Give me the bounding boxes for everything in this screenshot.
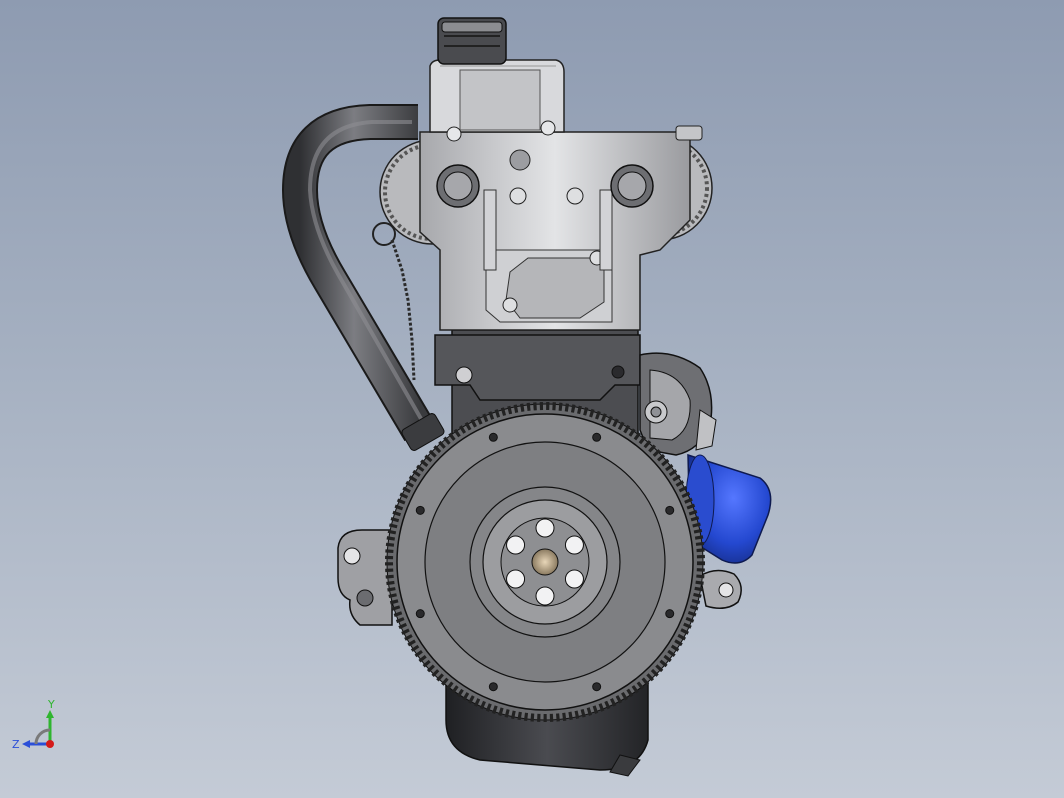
pump-housing[interactable] bbox=[639, 352, 717, 456]
flywheel-outer-hole bbox=[665, 505, 675, 515]
flywheel-outer-hole bbox=[665, 609, 675, 619]
flywheel-bolt-hole bbox=[564, 535, 584, 555]
flywheel-outer-hole bbox=[488, 432, 498, 442]
flywheel-bolt-hole bbox=[564, 569, 584, 589]
flywheel-bolt-hole bbox=[506, 569, 526, 589]
x-axis-origin bbox=[46, 740, 54, 748]
cylinder-head-cover[interactable] bbox=[429, 59, 565, 142]
flywheel-outer-hole bbox=[592, 432, 602, 442]
flywheel-outer-hole bbox=[415, 505, 425, 515]
y-axis-label: Y bbox=[47, 698, 55, 711]
oil-filler-cap[interactable] bbox=[437, 17, 507, 65]
z-axis-label: Z bbox=[12, 738, 20, 751]
flywheel-outer-hole bbox=[488, 682, 498, 692]
view-orientation-triad[interactable]: Y Z bbox=[8, 698, 68, 758]
flywheel-bolt-hole bbox=[535, 518, 555, 538]
cylinder-head[interactable] bbox=[419, 125, 703, 331]
engine-model[interactable] bbox=[0, 0, 1064, 798]
flywheel-outer-hole bbox=[592, 682, 602, 692]
flywheel-bolt-hole bbox=[535, 586, 555, 606]
flywheel-outer-hole bbox=[415, 609, 425, 619]
lower-right-boss bbox=[699, 569, 742, 609]
flywheel[interactable] bbox=[385, 402, 705, 722]
mounting-bracket[interactable] bbox=[337, 529, 393, 626]
graphics-viewport[interactable]: Y Z bbox=[0, 0, 1064, 798]
flywheel-bolt-hole bbox=[506, 535, 526, 555]
